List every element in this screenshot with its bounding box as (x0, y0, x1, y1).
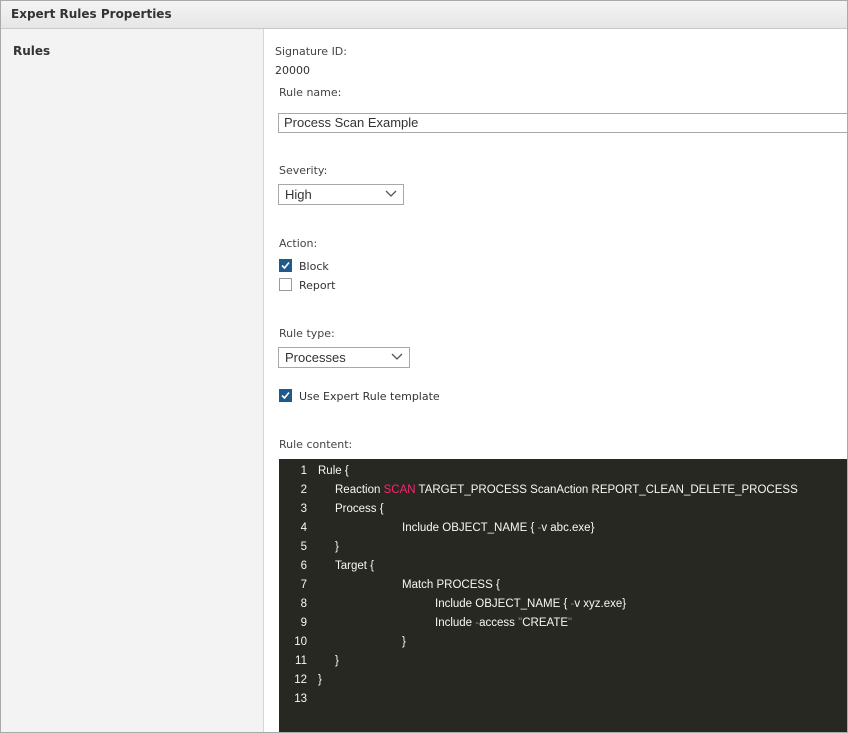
line-number: 6 (300, 560, 307, 572)
rule-content-editor[interactable]: 1 2 3 4 5 6 7 8 9 10 11 12 13 Rule { Rea… (279, 459, 847, 732)
code-line: Target { (335, 560, 374, 572)
code-line: Include OBJECT_NAME { -v abc.exe} (402, 522, 595, 534)
line-number: 1 (300, 465, 307, 477)
left-panel: Rules (1, 29, 264, 732)
title-bar: Expert Rules Properties (1, 1, 847, 29)
line-number: 3 (300, 503, 307, 515)
rule-type-select[interactable]: Processes (278, 347, 410, 368)
block-checkbox-label: Block (299, 260, 329, 273)
code-line: } (402, 636, 406, 648)
code-line: } (318, 674, 322, 686)
checkmark-icon (281, 391, 290, 400)
severity-select[interactable]: High (278, 184, 404, 205)
chevron-down-icon (391, 353, 403, 360)
line-number: 5 (300, 541, 307, 553)
line-number: 9 (300, 617, 307, 629)
use-template-label: Use Expert Rule template (299, 390, 440, 403)
main-form: Signature ID: 20000 Rule name: Process S… (264, 29, 847, 732)
line-number: 10 (294, 636, 307, 648)
code-line: Rule { (318, 465, 349, 477)
line-number: 8 (300, 598, 307, 610)
line-number: 12 (294, 674, 307, 686)
code-line: Reaction SCAN TARGET_PROCESS ScanAction … (335, 484, 798, 496)
code-line: } (335, 655, 339, 667)
block-checkbox[interactable] (279, 259, 292, 272)
section-heading-rules: Rules (13, 44, 51, 58)
signature-id-value: 20000 (275, 64, 310, 77)
action-label: Action: (279, 237, 318, 250)
signature-id-label: Signature ID: (275, 45, 347, 58)
report-checkbox[interactable] (279, 278, 292, 291)
chevron-down-icon (385, 190, 397, 197)
use-template-checkbox[interactable] (279, 389, 292, 402)
line-number: 13 (294, 693, 307, 705)
line-number: 11 (295, 655, 307, 667)
rule-type-selected-value: Processes (285, 350, 346, 365)
dialog-frame: Expert Rules Properties Rules Signature … (0, 0, 848, 733)
keyword-token: SCAN (383, 484, 416, 496)
line-number: 2 (300, 484, 307, 496)
dialog-title: Expert Rules Properties (11, 7, 172, 21)
severity-label: Severity: (279, 164, 328, 177)
line-number: 4 (300, 522, 307, 534)
severity-selected-value: High (285, 187, 312, 202)
code-line: Include OBJECT_NAME { -v xyz.exe} (435, 598, 627, 610)
rule-content-label: Rule content: (279, 438, 353, 451)
rule-type-label: Rule type: (279, 327, 335, 340)
rule-name-label: Rule name: (279, 86, 342, 99)
rule-name-input[interactable]: Process Scan Example (278, 113, 847, 133)
code-line: Process { (335, 503, 384, 515)
line-number: 7 (300, 579, 307, 591)
report-checkbox-label: Report (299, 279, 336, 292)
code-line: Match PROCESS { (402, 579, 500, 591)
code-line: Include -access "CREATE" (435, 617, 573, 629)
checkmark-icon (281, 261, 290, 270)
code-line: } (335, 541, 339, 553)
